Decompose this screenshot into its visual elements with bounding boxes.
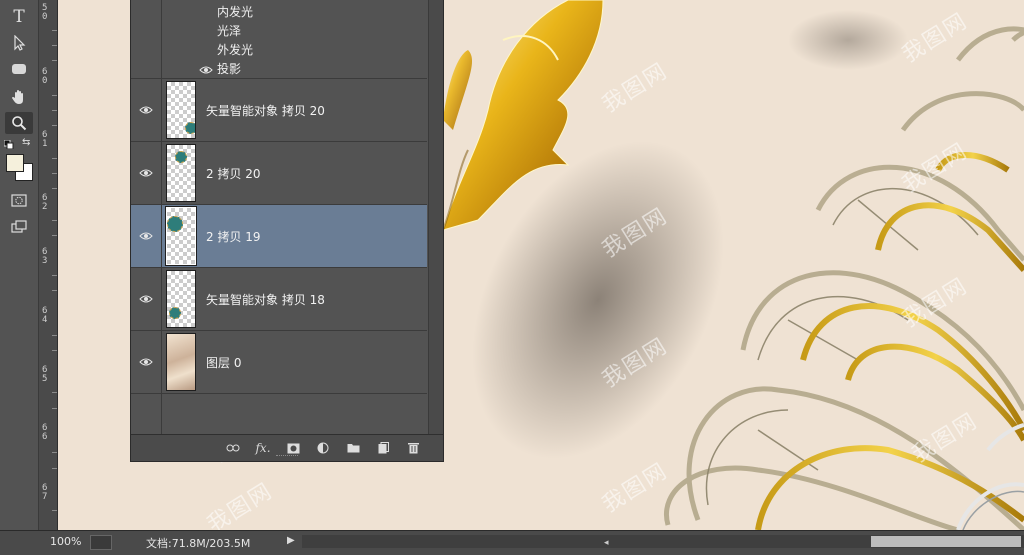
effect-satin[interactable]: 光泽 xyxy=(217,22,241,39)
scroll-left-arrow-icon[interactable]: ◂ xyxy=(604,538,609,548)
effect-inner-glow[interactable]: 内发光 xyxy=(217,3,253,20)
layer-row-selected[interactable]: 2 拷贝 19 xyxy=(131,204,427,267)
ruler-number: 5 xyxy=(42,374,48,384)
ruler-number: 0 xyxy=(42,76,48,86)
ruler-number: 7 xyxy=(42,492,48,502)
new-group-folder-icon[interactable] xyxy=(345,440,361,456)
path-selection-tool-icon[interactable] xyxy=(5,32,33,54)
ruler-number: 1 xyxy=(42,139,48,149)
layer-visibility-eye-icon[interactable] xyxy=(131,79,162,141)
layers-panel: 内发光 光泽 外发光 投影 矢量智能对象 拷贝 20 2 拷贝 20 2 拷贝 … xyxy=(130,0,444,462)
layer-name[interactable]: 图层 0 xyxy=(206,354,241,371)
layers-scrollbar[interactable] xyxy=(428,0,443,434)
ruler-number: 6 xyxy=(42,432,48,442)
layer-name[interactable]: 2 拷贝 19 xyxy=(206,228,261,245)
layer-visibility-eye-icon[interactable] xyxy=(131,268,162,330)
effect-drop-shadow[interactable]: 投影 xyxy=(217,60,241,77)
horizontal-scroll-thumb[interactable] xyxy=(871,536,1021,547)
effect-visibility-eye-icon[interactable] xyxy=(199,64,213,74)
layer-visibility-eye-icon[interactable] xyxy=(131,205,162,267)
panel-resize-grip[interactable] xyxy=(276,455,298,459)
layer-row[interactable]: 2 拷贝 20 xyxy=(131,141,427,204)
zoom-preview-icon[interactable] xyxy=(90,535,112,550)
layer-row[interactable]: 矢量智能对象 拷贝 20 xyxy=(131,78,427,141)
layer-thumbnail[interactable] xyxy=(166,81,196,139)
layer-thumbnail[interactable] xyxy=(166,270,196,328)
ruler-number: 3 xyxy=(42,256,48,266)
new-layer-icon[interactable] xyxy=(375,440,391,456)
layer-thumbnail[interactable] xyxy=(166,144,196,202)
foreground-color-swatch[interactable] xyxy=(6,154,24,172)
vertical-ruler: 5 0 6 0 6 1 6 2 6 3 6 4 6 5 6 6 6 7 xyxy=(39,0,58,530)
fx-icon[interactable]: fx. xyxy=(255,440,271,456)
layer-row[interactable]: 矢量智能对象 拷贝 18 xyxy=(131,267,427,330)
zoom-tool-icon[interactable] xyxy=(5,112,33,134)
swap-colors-icon[interactable]: ⇆ xyxy=(22,137,34,148)
layer-name[interactable]: 矢量智能对象 拷贝 20 xyxy=(206,102,325,119)
rounded-rectangle-tool-icon[interactable] xyxy=(5,58,33,80)
horizontal-scrollbar[interactable]: ◂ xyxy=(302,535,1024,548)
ruler-number: 0 xyxy=(42,12,48,22)
layer-row[interactable]: 图层 0 xyxy=(131,330,427,394)
layer-name[interactable]: 2 拷贝 20 xyxy=(206,165,261,182)
document-size-info: 文档:71.8M/203.5M xyxy=(146,537,251,550)
ruler-number: 2 xyxy=(42,202,48,212)
screen-mode-icon[interactable] xyxy=(5,215,33,237)
tools-panel: T ⇆ xyxy=(0,0,39,530)
quick-mask-icon[interactable] xyxy=(5,189,33,211)
ruler-number: 4 xyxy=(42,315,48,325)
layer-name[interactable]: 矢量智能对象 拷贝 18 xyxy=(206,291,325,308)
zoom-level[interactable]: 100% xyxy=(50,535,81,548)
layer-thumbnail[interactable] xyxy=(165,206,197,266)
layer-visibility-eye-icon[interactable] xyxy=(131,331,162,393)
default-colors-icon[interactable] xyxy=(3,138,14,150)
link-layers-icon[interactable] xyxy=(225,440,241,456)
layer-visibility-eye-icon[interactable] xyxy=(131,142,162,204)
effect-outer-glow[interactable]: 外发光 xyxy=(217,41,253,58)
status-menu-arrow-icon[interactable]: ▶ xyxy=(287,535,299,549)
adjustment-layer-icon[interactable] xyxy=(315,440,331,456)
status-bar: 100% 文档:71.8M/203.5M ▶ ◂ xyxy=(0,530,1024,555)
layer-thumbnail[interactable] xyxy=(166,333,196,391)
delete-layer-trash-icon[interactable] xyxy=(405,440,421,456)
text-tool-icon[interactable]: T xyxy=(5,6,33,28)
add-mask-icon[interactable] xyxy=(285,440,301,456)
hand-tool-icon[interactable] xyxy=(5,86,33,108)
